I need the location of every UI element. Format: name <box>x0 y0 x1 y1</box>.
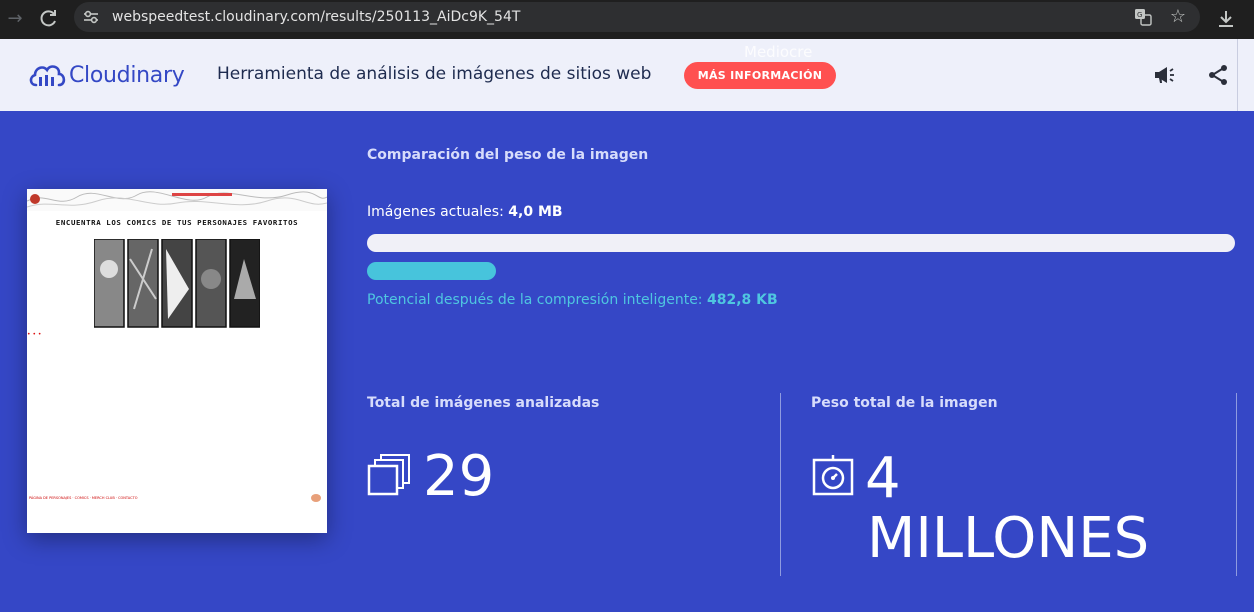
thumbnail-dots: • • • <box>27 331 42 338</box>
sketch-banner-image <box>27 189 327 211</box>
download-icon[interactable] <box>1214 7 1238 31</box>
current-label: Imágenes actuales: <box>367 204 504 220</box>
current-size-bar <box>367 234 1235 252</box>
share-icon[interactable] <box>1206 63 1230 87</box>
images-analyzed-value: 29 <box>423 444 495 509</box>
svg-text:G: G <box>1137 11 1142 19</box>
potential-size-bar <box>367 262 496 280</box>
total-weight-label: Peso total de la imagen <box>811 395 998 411</box>
app-header: Cloudinary Herramienta de análisis de im… <box>0 39 1254 111</box>
thumbnail-footer-links: PÁGINA DE PERSONAJES · COMICS · MERCH CL… <box>29 496 138 500</box>
thumbnail-heading: ENCUENTRA LOS COMICS DE TUS PERSONAJES F… <box>55 218 299 227</box>
logo-text: Cloudinary <box>69 62 185 88</box>
images-analyzed-label: Total de imágenes analizadas <box>367 395 600 411</box>
stacked-images-icon <box>367 454 410 496</box>
total-weight-value: 4 <box>865 446 901 511</box>
potential-row: Potencial después de la compresión intel… <box>367 292 778 308</box>
scale-icon <box>812 455 854 496</box>
rating-overlay-text: Mediocre <box>744 43 813 61</box>
reload-icon[interactable] <box>34 4 64 34</box>
website-screenshot-thumbnail: ENCUENTRA LOS COMICS DE TUS PERSONAJES F… <box>27 189 327 533</box>
url-text[interactable]: webspeedtest.cloudinary.com/results/2501… <box>112 2 520 32</box>
stats-divider <box>780 393 781 576</box>
cloud-logo-icon <box>29 65 66 87</box>
bookmark-star-icon[interactable]: ☆ <box>1170 5 1186 29</box>
comic-panels-image <box>94 239 260 328</box>
thumbnail-footer-logo <box>311 494 321 502</box>
current-value: 4,0 MB <box>508 204 563 220</box>
browser-toolbar: → webspeedtest.cloudinary.com/results/25… <box>0 0 1254 39</box>
site-info-icon[interactable] <box>82 9 100 25</box>
current-images-row: Imágenes actuales: 4,0 MB <box>367 204 563 220</box>
potential-label: Potencial después de la compresión intel… <box>367 292 703 308</box>
megaphone-icon[interactable] <box>1152 63 1176 87</box>
page-title: Herramienta de análisis de imágenes de s… <box>217 64 652 84</box>
stats-divider-right <box>1236 393 1237 576</box>
address-bar[interactable]: webspeedtest.cloudinary.com/results/2501… <box>74 2 1200 32</box>
total-weight-unit: MILLONES <box>867 506 1150 571</box>
cloudinary-logo[interactable]: Cloudinary <box>27 59 185 91</box>
scrollbar-track[interactable] <box>1237 39 1238 111</box>
potential-value: 482,8 KB <box>706 292 778 308</box>
more-info-button[interactable]: MÁS INFORMACIÓN <box>684 62 836 89</box>
translate-icon[interactable]: G <box>1134 8 1152 26</box>
forward-arrow-icon[interactable]: → <box>0 4 30 34</box>
comparison-title: Comparación del peso de la imagen <box>367 147 649 163</box>
